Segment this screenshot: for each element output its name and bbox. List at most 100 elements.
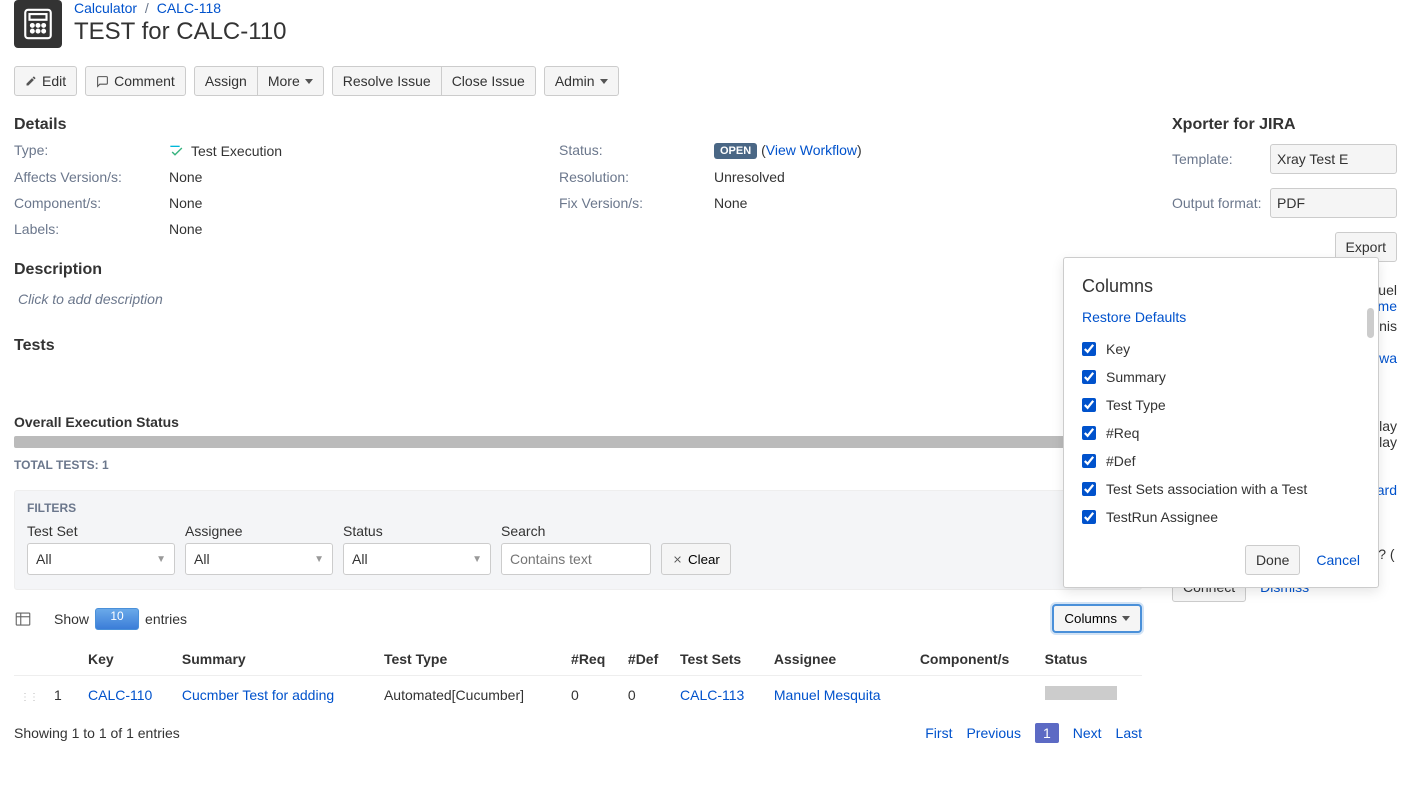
comment-button[interactable]: Comment [85,66,186,96]
column-option[interactable]: #Def [1082,447,1360,475]
column-checkbox[interactable] [1082,370,1096,384]
column-option[interactable]: #Req [1082,419,1360,447]
row-sets-link[interactable]: CALC-113 [680,687,744,703]
breadcrumb: Calculator / CALC-118 [74,0,287,16]
col-req[interactable]: #Req [565,643,622,676]
overall-status-heading: Overall Execution Status [14,414,1142,430]
column-label: Summary [1106,369,1166,385]
column-option[interactable]: Key [1082,335,1360,363]
description-placeholder[interactable]: Click to add description [14,287,1142,327]
side-text-6: lay [1379,434,1397,450]
showing-text: Showing 1 to 1 of 1 entries [14,725,180,741]
restore-defaults-link[interactable]: Restore Defaults [1082,309,1186,325]
pager-first[interactable]: First [925,725,952,741]
row-components [914,676,1039,714]
row-type: Automated[Cucumber] [378,676,565,714]
fix-label: Fix Version/s: [559,195,714,211]
description-heading: Description [14,261,1142,279]
breadcrumb-issue[interactable]: CALC-118 [157,0,221,16]
column-option[interactable]: Summary [1082,363,1360,391]
page-title: TEST for CALC-110 [74,18,287,46]
column-checkbox[interactable] [1082,342,1096,356]
details-heading: Details [14,116,1142,134]
column-checkbox[interactable] [1082,426,1096,440]
more-button[interactable]: More [258,66,324,96]
type-label: Type: [14,142,169,159]
column-label: #Req [1106,425,1139,441]
col-type[interactable]: Test Type [378,643,565,676]
tests-table: Key Summary Test Type #Req #Def Test Set… [14,643,1142,713]
issue-type-icon [14,0,62,48]
col-status[interactable]: Status [1039,643,1142,676]
pager-prev[interactable]: Previous [966,725,1020,741]
filter-assignee-select[interactable]: All▼ [185,543,333,575]
components-value: None [169,195,559,211]
resolve-button[interactable]: Resolve Issue [332,66,442,96]
template-label: Template: [1172,151,1262,167]
toolbar: Edit Comment Assign More Resolve Issue C… [14,66,1397,96]
row-summary-link[interactable]: Cucmber Test for adding [182,687,334,703]
format-select[interactable]: PDF [1270,188,1397,218]
pager-last[interactable]: Last [1116,725,1142,741]
format-label: Output format: [1172,195,1262,211]
column-checkbox[interactable] [1082,454,1096,468]
filter-clear-button[interactable]: Clear [661,543,731,575]
row-req: 0 [565,676,622,714]
column-label: TestRun Assignee [1106,509,1218,525]
status-badge: OPEN [714,143,757,159]
components-label: Component/s: [14,195,169,211]
col-components[interactable]: Component/s [914,643,1039,676]
column-label: #Def [1106,453,1136,469]
labels-label: Labels: [14,221,169,237]
scrollbar[interactable] [1367,308,1374,338]
done-button[interactable]: Done [1245,545,1300,575]
resolution-label: Resolution: [559,169,714,185]
column-option[interactable]: TestRun Assignee [1082,503,1360,531]
type-value: Test Execution [169,142,559,159]
filter-assignee-label: Assignee [185,523,333,539]
table-settings-icon[interactable] [14,610,32,628]
pager-next[interactable]: Next [1073,725,1102,741]
row-index: 1 [48,676,82,714]
row-key-link[interactable]: CALC-110 [88,687,152,703]
filters-heading: FILTERS [27,501,1129,515]
labels-value: None [169,221,559,237]
view-workflow-link[interactable]: View Workflow [766,142,857,158]
edit-button[interactable]: Edit [14,66,77,96]
col-assignee[interactable]: Assignee [768,643,914,676]
filter-testset-label: Test Set [27,523,175,539]
filter-search-input[interactable] [501,543,651,575]
column-label: Test Sets association with a Test [1106,481,1307,497]
side-text-5: lay [1379,418,1397,434]
test-execution-icon [169,143,185,159]
cancel-link[interactable]: Cancel [1316,552,1360,568]
close-button[interactable]: Close Issue [442,66,536,96]
total-tests-label: TOTAL TESTS: 1 [14,458,1142,472]
col-summary[interactable]: Summary [176,643,378,676]
column-checkbox[interactable] [1082,398,1096,412]
column-label: Test Type [1106,397,1166,413]
column-checkbox[interactable] [1082,510,1096,524]
affects-label: Affects Version/s: [14,169,169,185]
column-option[interactable]: Test Type [1082,391,1360,419]
fix-value: None [714,195,1142,211]
filter-status-select[interactable]: All▼ [343,543,491,575]
col-key[interactable]: Key [82,643,176,676]
breadcrumb-project[interactable]: Calculator [74,0,137,16]
drag-handle-icon[interactable]: ⋮⋮ [20,692,38,703]
status-label: Status: [559,142,714,159]
col-sets[interactable]: Test Sets [674,643,768,676]
row-assignee-link[interactable]: Manuel Mesquita [774,687,881,703]
column-option[interactable]: Test Sets association with a Test [1082,475,1360,503]
admin-button[interactable]: Admin [544,66,619,96]
filter-testset-select[interactable]: All▼ [27,543,175,575]
col-def[interactable]: #Def [622,643,674,676]
column-checkbox[interactable] [1082,482,1096,496]
affects-value: None [169,169,559,185]
columns-button[interactable]: Columns [1052,604,1142,633]
entries-select[interactable]: 10 [95,608,139,630]
pager-current: 1 [1035,723,1059,743]
assign-button[interactable]: Assign [194,66,258,96]
template-select[interactable]: Xray Test E [1270,144,1397,174]
table-row[interactable]: ⋮⋮ 1 CALC-110 Cucmber Test for adding Au… [14,676,1142,714]
